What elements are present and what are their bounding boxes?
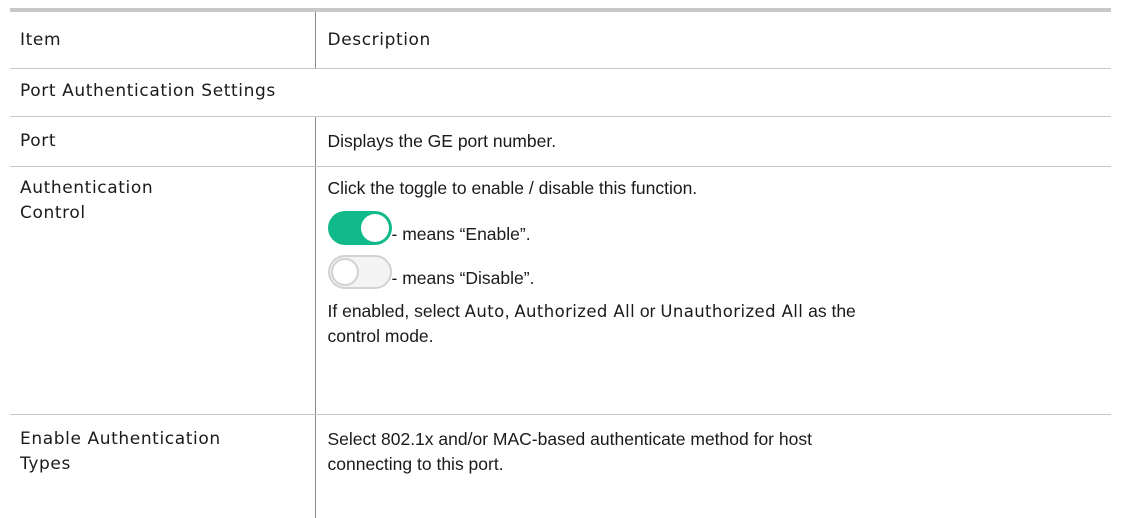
- item-line: Authentication: [20, 177, 154, 198]
- table-row: Authentication Control Click the toggle …: [10, 166, 1111, 415]
- toggle-on-example: - means “Enable”.: [327, 203, 1102, 245]
- row-description-authentication-control: Click the toggle to enable / disable thi…: [315, 166, 1111, 415]
- description-tail-end: control mode.: [327, 325, 434, 346]
- row-item-authentication-control: Authentication Control: [10, 166, 316, 415]
- table-row: Enable Authentication Types Select 802.1…: [10, 414, 1111, 518]
- toggle-off-icon: [327, 254, 392, 289]
- section-row: Port Authentication Settings: [10, 68, 1111, 117]
- toggle-off-text: - means “Disable”.: [391, 267, 535, 288]
- description-tail: If enabled, select Auto, Authorized All …: [327, 300, 856, 321]
- document-table-wrapper: Item Description Port Authentication Set…: [0, 12, 1121, 518]
- row-description-enable-authentication-types: Select 802.1x and/or MAC-based authentic…: [315, 414, 1111, 518]
- item-line: Enable Authentication: [20, 428, 221, 449]
- description-intro: Click the toggle to enable / disable thi…: [327, 177, 698, 198]
- table-row: Port Displays the GE port number.: [10, 116, 1111, 167]
- description-line: connecting to this port.: [327, 453, 504, 474]
- description-line: Select 802.1x and/or MAC-based authentic…: [327, 428, 812, 449]
- header-description: Description: [315, 12, 1111, 69]
- port-authentication-table: Item Description Port Authentication Set…: [10, 12, 1111, 518]
- item-line: Types: [20, 453, 71, 474]
- option-authorized-all: Authorized All: [514, 301, 636, 321]
- section-title: Port Authentication Settings: [10, 68, 1111, 117]
- row-item-port: Port: [10, 116, 316, 167]
- item-line: Control: [20, 202, 86, 223]
- table-header-row: Item Description: [10, 12, 1111, 69]
- toggle-off-example: - means “Disable”.: [327, 247, 1102, 289]
- toggle-on-text: - means “Enable”.: [391, 223, 531, 244]
- row-item-enable-authentication-types: Enable Authentication Types: [10, 414, 316, 518]
- header-item: Item: [10, 12, 316, 69]
- option-unauthorized-all: Unauthorized All: [660, 301, 804, 321]
- row-description-port: Displays the GE port number.: [315, 116, 1111, 167]
- option-auto: Auto: [464, 301, 505, 321]
- toggle-on-icon: [327, 210, 392, 245]
